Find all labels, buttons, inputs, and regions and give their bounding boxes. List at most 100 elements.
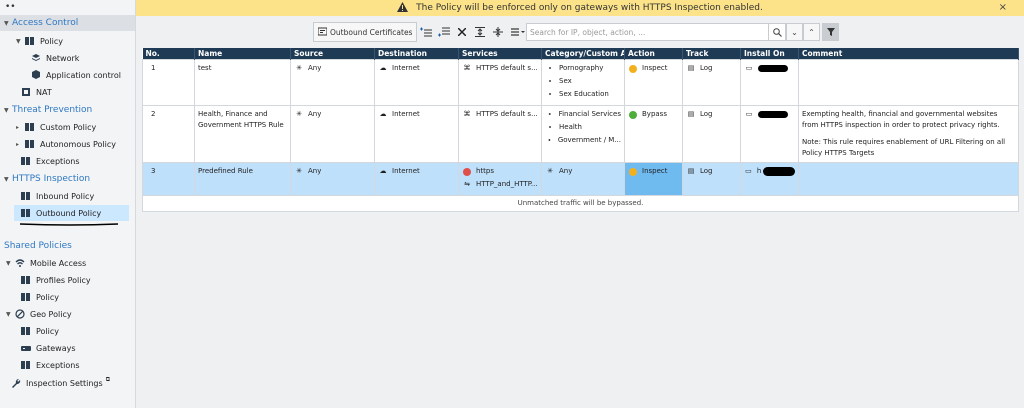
sidebar-item-geo-sub-policy[interactable]: Policy xyxy=(0,323,135,339)
column-header[interactable]: Category/Custom A... xyxy=(541,48,625,60)
rule-install-on[interactable]: ▭ xyxy=(740,105,799,163)
service-value: HTTP_and_HTTP... xyxy=(476,180,538,188)
rule-destination[interactable]: ☁ Internet xyxy=(374,105,459,163)
sidebar-item-profiles-policy[interactable]: Profiles Policy xyxy=(0,272,135,288)
sidebar-item-gateways[interactable]: Gateways xyxy=(0,340,135,356)
search-icon[interactable] xyxy=(768,24,785,40)
service-value: https xyxy=(476,167,495,175)
collapse-caret-icon[interactable]: ▼ xyxy=(4,176,12,183)
policy-icon xyxy=(20,292,32,302)
column-header[interactable]: Destination xyxy=(374,48,459,60)
delete-icon[interactable] xyxy=(453,23,471,41)
sidebar-item-inbound-policy[interactable]: Inbound Policy xyxy=(0,188,135,204)
sidebar-section-threat-prevention[interactable]: ▼ Threat Prevention xyxy=(0,102,135,118)
collapse-icon[interactable] xyxy=(489,23,507,41)
service-group-icon: ⇋ xyxy=(464,180,470,188)
rule-destination[interactable]: ☁ Internet xyxy=(374,162,459,196)
column-header[interactable]: Install On xyxy=(740,48,799,60)
sidebar-item-custom-policy[interactable]: ▸ Custom Policy xyxy=(0,119,135,135)
rule-destination[interactable]: ☁ Internet xyxy=(374,59,459,106)
collapse-caret-icon[interactable]: ▼ xyxy=(4,20,12,27)
expand-caret-icon[interactable]: ▸ xyxy=(16,124,24,131)
rule-action[interactable]: Inspect xyxy=(624,162,683,196)
rule-action[interactable]: Inspect xyxy=(624,59,683,106)
sidebar-item-geo-exceptions[interactable]: Exceptions xyxy=(0,357,135,373)
rule-source[interactable]: ✳ Any xyxy=(290,105,375,163)
rule-track[interactable]: ▤ Log xyxy=(682,162,741,196)
category-value: Pornography xyxy=(559,64,604,72)
collapse-caret-icon[interactable]: ▼ xyxy=(6,260,14,267)
rule-source[interactable]: ✳ Any xyxy=(290,162,375,196)
rule-comment[interactable]: Exempting health, financial and governme… xyxy=(798,105,1019,163)
column-header[interactable]: Track xyxy=(682,48,741,60)
sidebar-item-exceptions[interactable]: Exceptions xyxy=(0,153,135,169)
sidebar-item-outbound-policy[interactable]: Outbound Policy xyxy=(14,205,129,221)
sidebar-item-inspection-settings[interactable]: Inspection Settings ⧉ xyxy=(0,375,135,391)
sidebar-section-https-inspection[interactable]: ▼ HTTPS Inspection xyxy=(0,171,135,187)
collapse-caret-icon[interactable]: ▼ xyxy=(6,311,14,318)
previous-result-button[interactable]: ⌃ xyxy=(803,23,820,41)
next-result-button[interactable]: ⌄ xyxy=(786,23,803,41)
rule-source[interactable]: ✳ Any xyxy=(290,59,375,106)
tag-icon: ⬩ xyxy=(548,90,552,98)
search-input[interactable]: Search for IP, object, action, ... xyxy=(527,28,768,37)
gateway-icon: ▭ xyxy=(745,110,753,118)
sidebar-item-label: Profiles Policy xyxy=(36,275,91,285)
sidebar-section-access-control[interactable]: ▼ Access Control xyxy=(0,15,135,31)
column-header[interactable]: Action xyxy=(624,48,683,60)
rule-services[interactable]: ⌘ HTTPS default s... xyxy=(458,105,542,163)
expand-icon[interactable] xyxy=(471,23,489,41)
rule-track[interactable]: ▤ Log xyxy=(682,105,741,163)
sidebar-menu-icon[interactable]: •• xyxy=(5,2,16,12)
sidebar-item-mobile-policy[interactable]: Policy xyxy=(0,289,135,305)
rule-install-on[interactable]: ▭ h xyxy=(740,162,799,196)
sidebar-item-nat[interactable]: NAT xyxy=(0,84,135,100)
table-row[interactable]: 3 Predefined Rule ✳ Any ☁ Internet https ⇋… xyxy=(142,162,1019,196)
sidebar-item-application-control[interactable]: Application control xyxy=(0,67,135,83)
collapse-caret-icon[interactable]: ▼ xyxy=(4,107,12,114)
external-link-icon[interactable]: ⧉ xyxy=(106,376,110,384)
sidebar-item-mobile-access[interactable]: ▼ Mobile Access xyxy=(0,255,135,271)
filter-button[interactable] xyxy=(822,23,839,41)
rule-comment[interactable] xyxy=(798,162,1019,196)
collapse-caret-icon[interactable]: ▼ xyxy=(16,38,24,45)
sidebar-item-autonomous-policy[interactable]: ▸ Autonomous Policy xyxy=(0,136,135,152)
rule-comment[interactable] xyxy=(798,59,1019,106)
action-value: Inspect xyxy=(642,167,668,175)
cloud-icon: ☁ xyxy=(379,110,387,118)
track-value: Log xyxy=(700,167,713,175)
sidebar-section-label: Shared Policies xyxy=(4,241,72,251)
close-icon[interactable]: × xyxy=(999,2,1007,13)
sidebar-item-network[interactable]: Network xyxy=(0,50,135,66)
bypass-icon xyxy=(628,110,638,119)
rule-categories[interactable]: ✳ Any xyxy=(541,162,625,196)
column-header[interactable]: Comment xyxy=(798,48,1019,60)
rule-track[interactable]: ▤ Log xyxy=(682,59,741,106)
layers-icon xyxy=(30,53,42,63)
rule-action[interactable]: Bypass xyxy=(624,105,683,163)
policy-icon xyxy=(20,360,32,370)
outbound-certificates-button[interactable]: Outbound Certificates xyxy=(313,22,418,42)
rule-name[interactable]: Predefined Rule xyxy=(194,162,291,196)
rule-categories[interactable]: ⬩ Pornography ⬩ Sex ⬩ Sex Education xyxy=(541,59,625,106)
rule-name[interactable]: test xyxy=(194,59,291,106)
add-rule-above-icon[interactable] xyxy=(417,23,435,41)
column-header[interactable]: Source xyxy=(290,48,375,60)
column-header[interactable]: Name xyxy=(194,48,291,60)
expand-caret-icon[interactable]: ▸ xyxy=(16,141,24,148)
rule-services[interactable]: https ⇋ HTTP_and_HTTP... xyxy=(458,162,542,196)
add-rule-below-icon[interactable] xyxy=(435,23,453,41)
sidebar-item-geo-policy[interactable]: ▼ Geo Policy xyxy=(0,306,135,322)
table-row[interactable]: 1 test ✳ Any ☁ Internet ⌘ HTTPS default s..… xyxy=(142,59,1019,106)
gateway-icon: ▭ xyxy=(745,167,752,175)
rule-services[interactable]: ⌘ HTTPS default s... xyxy=(458,59,542,106)
column-header[interactable]: Services xyxy=(458,48,542,60)
source-value: Any xyxy=(308,110,322,118)
column-header[interactable]: No. xyxy=(142,48,195,60)
table-row[interactable]: 2 Health, Finance and Government HTTPS R… xyxy=(142,105,1019,163)
rule-categories[interactable]: ⬩ Financial Services ⬩ Health ⬩ Government … xyxy=(541,105,625,163)
rule-name[interactable]: Health, Finance and Government HTTPS Rul… xyxy=(194,105,291,163)
sidebar-section-shared-policies[interactable]: Shared Policies xyxy=(0,238,135,254)
rule-install-on[interactable]: ▭ xyxy=(740,59,799,106)
sidebar-item-policy[interactable]: ▼ Policy xyxy=(0,33,135,49)
